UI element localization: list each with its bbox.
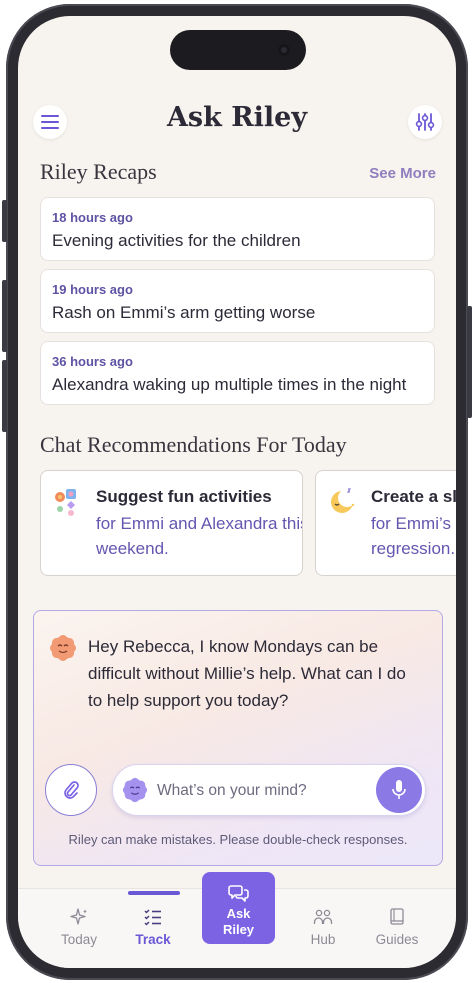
recap-time: 18 hours ago: [52, 210, 133, 225]
tab-hub[interactable]: Hub: [286, 889, 360, 959]
recap-card[interactable]: 36 hours ago Alexandra waking up multipl…: [40, 341, 435, 405]
tab-today[interactable]: Today: [42, 889, 116, 959]
chat-bubbles-icon: [228, 885, 249, 902]
recommendations-section-title: Chat Recommendations For Today: [40, 432, 347, 457]
settings-button[interactable]: [408, 105, 442, 139]
chat-input-container[interactable]: [112, 764, 426, 816]
tab-label: Guides: [375, 932, 419, 947]
attach-button[interactable]: [45, 764, 97, 816]
sliders-icon: [415, 113, 435, 131]
recommendation-sub: for Emmi’s sleep regression.: [371, 514, 456, 558]
recommendation-card[interactable]: Suggest fun activities for Emmi and Alex…: [40, 470, 303, 576]
disclaimer-text: Riley can make mistakes. Please double-c…: [68, 832, 408, 847]
recap-card[interactable]: 19 hours ago Rash on Emmi’s arm getting …: [40, 269, 435, 333]
tab-track[interactable]: Track: [116, 889, 190, 959]
chat-panel: Hey Rebecca, I know Mondays can be diffi…: [33, 610, 443, 866]
app-screen: Ask Riley Riley Recaps See More 18 hours…: [18, 16, 456, 968]
recap-text: Rash on Emmi’s arm getting worse: [52, 303, 316, 322]
paperclip-icon: [64, 781, 79, 799]
tab-ask-riley[interactable]: Ask Riley: [202, 872, 275, 944]
sparkle-icon: [70, 908, 87, 925]
recap-card[interactable]: 18 hours ago Evening activities for the …: [40, 197, 435, 261]
recommendation-head: Suggest fun activities: [96, 487, 272, 506]
tab-guides[interactable]: Guides: [360, 889, 434, 959]
page-title: Ask Riley: [166, 102, 308, 133]
active-tab-indicator: [128, 891, 180, 895]
phone-side-button: [2, 360, 7, 432]
recap-text: Evening activities for the children: [52, 231, 301, 250]
microphone-button[interactable]: [376, 767, 422, 813]
tab-label: Track: [135, 932, 171, 947]
camera-icon: [278, 44, 290, 56]
see-more-link[interactable]: See More: [369, 165, 436, 182]
checklist-icon: [144, 909, 161, 926]
recap-text: Alexandra waking up multiple times in th…: [52, 375, 407, 394]
toys-icon: [55, 489, 76, 516]
recommendation-sub: for Emmi and Alexandra this weekend.: [96, 514, 303, 558]
tab-label: Ask Riley: [222, 906, 255, 937]
book-icon: [390, 908, 404, 925]
recaps-section-title: Riley Recaps: [40, 159, 157, 184]
phone-side-button: [467, 306, 472, 418]
riley-avatar-icon: [122, 777, 148, 803]
recommendation-card[interactable]: Create a sleep plan for Emmi’s sleep reg…: [315, 470, 456, 576]
sleeping-moon-icon: [331, 488, 356, 513]
phone-side-button: [2, 200, 7, 242]
recap-time: 36 hours ago: [52, 354, 133, 369]
phone-side-button: [2, 280, 7, 352]
tab-label: Hub: [310, 932, 336, 947]
microphone-icon: [392, 780, 406, 799]
recommendation-head: Create a sleep plan: [371, 487, 456, 506]
tab-label: Today: [60, 932, 98, 947]
dynamic-island: [170, 30, 306, 70]
recommendations-carousel[interactable]: Suggest fun activities for Emmi and Alex…: [40, 470, 456, 576]
recap-time: 19 hours ago: [52, 282, 133, 297]
riley-message: Hey Rebecca, I know Mondays can be diffi…: [88, 637, 406, 710]
people-icon: [313, 909, 333, 924]
chat-input[interactable]: [157, 779, 367, 803]
riley-avatar-icon: [50, 635, 76, 661]
